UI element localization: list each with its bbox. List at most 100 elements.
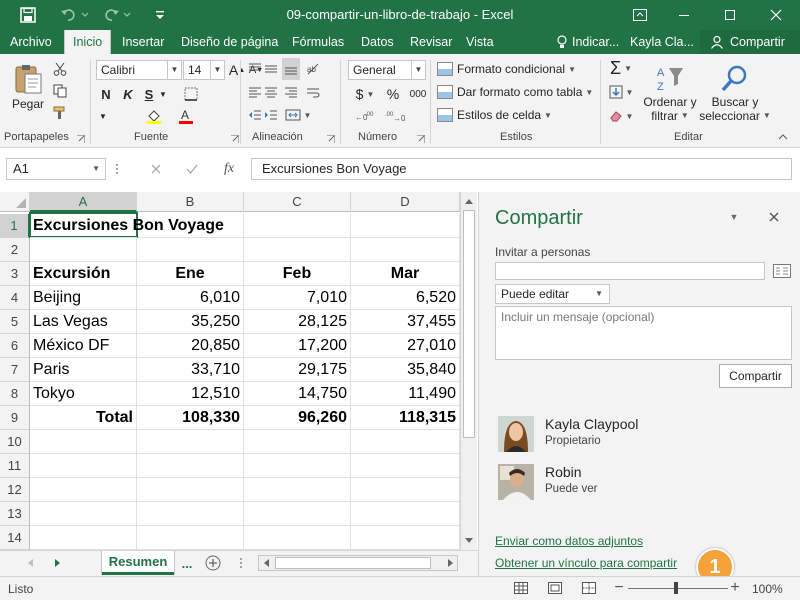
- cell[interactable]: [244, 478, 351, 502]
- maximize-icon[interactable]: [710, 0, 750, 30]
- close-pane-icon[interactable]: [765, 208, 783, 226]
- tab-split-grip-icon[interactable]: [236, 556, 246, 570]
- borders-icon[interactable]: [178, 84, 204, 104]
- font-size-combo[interactable]: 14 ▼: [183, 60, 225, 80]
- cell[interactable]: [244, 238, 351, 262]
- cell[interactable]: [137, 526, 244, 550]
- align-right-icon[interactable]: [282, 84, 300, 102]
- cell[interactable]: [351, 238, 460, 262]
- data-cell[interactable]: 7,010: [244, 286, 351, 310]
- cell[interactable]: [244, 454, 351, 478]
- cell[interactable]: [137, 502, 244, 526]
- address-book-icon[interactable]: [772, 262, 792, 280]
- bold-button[interactable]: N: [98, 84, 114, 104]
- align-bottom-icon[interactable]: [282, 58, 300, 80]
- zoom-in-icon[interactable]: +: [728, 579, 742, 596]
- increase-indent-icon[interactable]: [262, 106, 280, 124]
- invite-input[interactable]: [495, 262, 765, 280]
- cell[interactable]: [351, 454, 460, 478]
- data-cell[interactable]: 37,455: [351, 310, 460, 334]
- tell-me[interactable]: Indicar...: [548, 30, 627, 54]
- row-header[interactable]: 9: [0, 406, 30, 430]
- cell[interactable]: [244, 502, 351, 526]
- tab-home[interactable]: Inicio: [64, 30, 112, 54]
- grow-font-icon[interactable]: A ▲: [228, 60, 246, 80]
- get-sharing-link[interactable]: Obtener un vínculo para compartir: [495, 556, 677, 570]
- more-sheets-button[interactable]: ...: [178, 553, 196, 573]
- message-textarea[interactable]: Incluir un mensaje (opcional): [495, 306, 792, 360]
- align-middle-icon[interactable]: [262, 60, 280, 78]
- row-header[interactable]: 12: [0, 478, 30, 502]
- italic-button[interactable]: K: [120, 84, 136, 104]
- pane-options-icon[interactable]: ▼: [727, 210, 741, 224]
- column-label-cell[interactable]: Ene: [137, 262, 244, 286]
- number-launcher-icon[interactable]: [416, 134, 426, 144]
- underline-button[interactable]: S: [141, 84, 157, 104]
- cell[interactable]: [351, 526, 460, 550]
- data-cell[interactable]: 6,010: [137, 286, 244, 310]
- data-cell[interactable]: México DF: [30, 334, 137, 358]
- data-cell[interactable]: 28,125: [244, 310, 351, 334]
- share-tab-button[interactable]: Compartir: [700, 30, 800, 54]
- format-painter-icon[interactable]: [50, 104, 70, 122]
- save-icon[interactable]: [14, 0, 42, 30]
- cell[interactable]: [30, 454, 137, 478]
- hscroll-thumb[interactable]: [275, 557, 431, 569]
- person-kayla[interactable]: Kayla Claypool Propietario: [495, 414, 785, 454]
- cell[interactable]: [30, 526, 137, 550]
- cell[interactable]: [244, 526, 351, 550]
- find-select-button[interactable]: Buscar y seleccionar ▼: [699, 58, 771, 128]
- column-header-b[interactable]: B: [137, 192, 244, 212]
- customize-qat-icon[interactable]: [148, 0, 172, 30]
- data-cell[interactable]: 29,175: [244, 358, 351, 382]
- collapse-ribbon-icon[interactable]: [774, 130, 792, 144]
- tab-file[interactable]: Archivo: [2, 30, 60, 54]
- cancel-entry-icon[interactable]: [146, 160, 166, 178]
- chevron-down-icon[interactable]: ▼: [98, 106, 108, 126]
- alignment-launcher-icon[interactable]: [326, 134, 336, 144]
- cell[interactable]: [244, 214, 351, 238]
- row-header[interactable]: 3: [0, 262, 30, 286]
- minimize-icon[interactable]: [664, 0, 704, 30]
- ribbon-display-icon[interactable]: [620, 0, 660, 30]
- cell[interactable]: [244, 430, 351, 454]
- row-header[interactable]: 7: [0, 358, 30, 382]
- cell-styles-button[interactable]: Estilos de celda ▼: [437, 105, 552, 125]
- data-cell[interactable]: Las Vegas: [30, 310, 137, 334]
- normal-view-icon[interactable]: [512, 580, 530, 596]
- currency-button[interactable]: $ ▼: [352, 84, 378, 104]
- new-sheet-icon[interactable]: [204, 554, 222, 572]
- row-header[interactable]: 10: [0, 430, 30, 454]
- data-cell[interactable]: 14,750: [244, 382, 351, 406]
- total-cell[interactable]: 96,260: [244, 406, 351, 430]
- tab-data[interactable]: Datos: [353, 30, 402, 54]
- cell[interactable]: [137, 454, 244, 478]
- redo-icon[interactable]: [100, 0, 134, 30]
- page-layout-view-icon[interactable]: [546, 580, 564, 596]
- tab-formulas[interactable]: Fórmulas: [284, 30, 352, 54]
- scroll-down-icon[interactable]: [462, 534, 476, 548]
- conditional-formatting-button[interactable]: Formato condicional ▼: [437, 59, 576, 79]
- select-all-corner[interactable]: [0, 192, 30, 212]
- prev-sheet-icon[interactable]: [24, 556, 36, 570]
- cell[interactable]: [351, 430, 460, 454]
- vertical-scrollbar[interactable]: [460, 192, 477, 550]
- tab-view[interactable]: Vista: [458, 30, 502, 54]
- wrap-text-icon[interactable]: [304, 84, 322, 102]
- total-cell[interactable]: Total: [30, 406, 137, 430]
- cell[interactable]: [351, 478, 460, 502]
- data-cell[interactable]: Tokyo: [30, 382, 137, 406]
- cell[interactable]: [30, 502, 137, 526]
- autosum-icon[interactable]: Σ ▼: [606, 58, 636, 78]
- cut-icon[interactable]: [50, 60, 70, 78]
- column-header-c[interactable]: C: [244, 192, 351, 212]
- copy-icon[interactable]: [50, 82, 70, 100]
- scroll-left-icon[interactable]: [261, 558, 271, 568]
- formula-input[interactable]: Excursiones Bon Voyage: [251, 158, 792, 180]
- data-cell[interactable]: 35,840: [351, 358, 460, 382]
- tab-page-layout[interactable]: Diseño de página: [173, 30, 286, 54]
- paste-button[interactable]: Pegar: [8, 58, 48, 116]
- font-color-icon[interactable]: A: [172, 106, 200, 126]
- total-cell[interactable]: 118,315: [351, 406, 460, 430]
- cell-title[interactable]: Excursiones Bon Voyage: [30, 214, 224, 238]
